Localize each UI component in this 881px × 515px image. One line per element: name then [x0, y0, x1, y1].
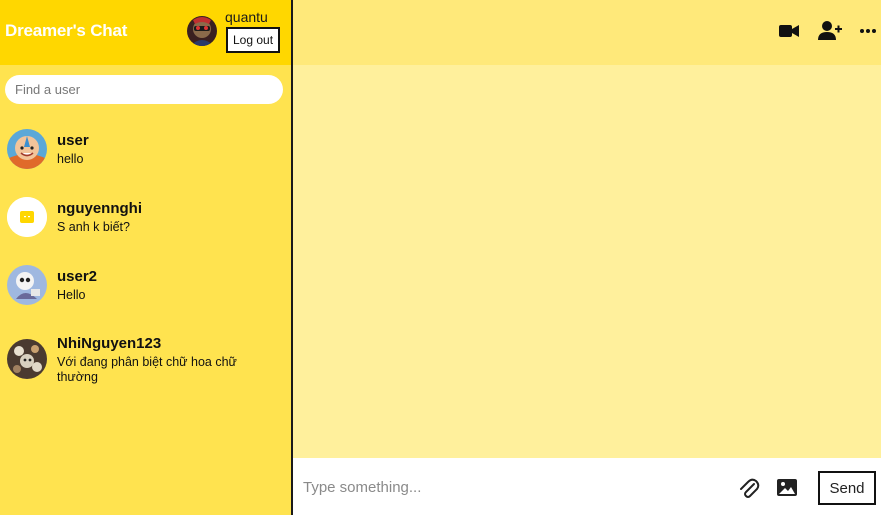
send-button[interactable]: Send [818, 471, 876, 505]
logout-button[interactable]: Log out [226, 27, 281, 53]
chat-app: Dreamer's Chat quantu Log out Find a use… [0, 0, 881, 515]
messages-area [293, 65, 881, 458]
image-icon[interactable] [776, 477, 798, 504]
user-search [5, 75, 283, 104]
chat-last-message: S anh k biết? [57, 220, 130, 234]
chat-avatar [7, 129, 47, 169]
sidebar-header: Dreamer's Chat quantu Log out [0, 0, 291, 65]
chat-name: nguyennghi [57, 200, 142, 217]
current-user-name: quantu [225, 9, 268, 25]
chat-avatar [7, 339, 47, 379]
search-input[interactable] [5, 75, 283, 104]
chat-name: NhiNguyen123 [57, 335, 162, 352]
chat-last-message: Với đang phân biệt chữ hoa chữ thường [57, 355, 237, 384]
more-options-icon[interactable] [859, 19, 877, 48]
chat-last-message: hello [57, 152, 84, 166]
chat-list-item[interactable]: nguyennghi S anh k biết? [0, 194, 291, 242]
chat-name: user [57, 132, 89, 149]
chat-header [293, 0, 881, 65]
chat-list-item[interactable]: NhiNguyen123 Với đang phân biệt chữ hoa … [0, 334, 291, 390]
message-composer: Send [293, 458, 881, 515]
chat-avatar [7, 265, 47, 305]
chat-name: user2 [57, 268, 98, 285]
message-input[interactable] [303, 474, 723, 500]
chat-avatar [7, 197, 47, 237]
chat-last-message: Hello [57, 288, 86, 302]
video-camera-icon[interactable] [778, 19, 800, 48]
chat-list-item[interactable]: user hello [0, 126, 291, 174]
add-user-icon[interactable] [818, 19, 842, 48]
chat-panel: Send [293, 0, 881, 515]
chat-list-item[interactable]: user2 Hello [0, 262, 291, 310]
app-brand: Dreamer's Chat [5, 21, 128, 40]
paperclip-icon[interactable] [738, 477, 760, 504]
current-user-avatar [187, 16, 217, 46]
sidebar: Dreamer's Chat quantu Log out Find a use… [0, 0, 293, 515]
